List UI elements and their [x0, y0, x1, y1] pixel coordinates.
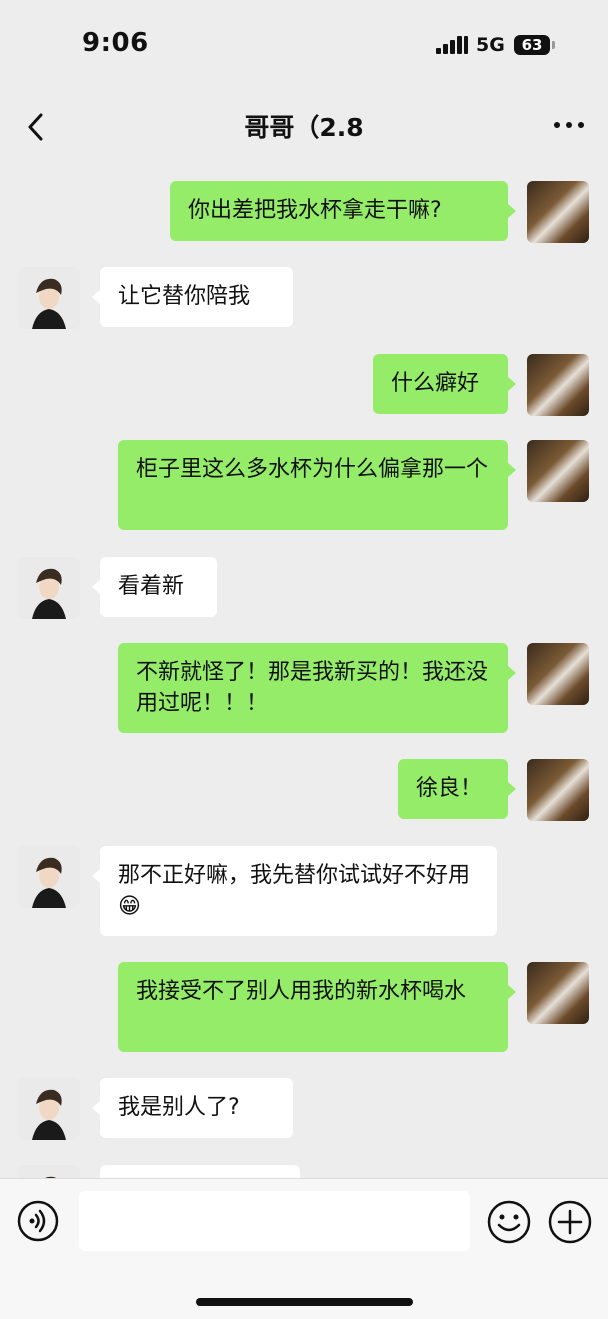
avatar[interactable] — [18, 267, 80, 329]
avatar[interactable] — [18, 1165, 80, 1178]
status-time: 9:06 — [82, 28, 149, 58]
avatar[interactable] — [527, 354, 589, 416]
message-input[interactable] — [79, 1191, 470, 1251]
message-bubble[interactable]: 徐良！ — [398, 759, 516, 819]
person-avatar-icon — [18, 1078, 80, 1140]
avatar[interactable] — [18, 846, 80, 908]
message-bubble[interactable]: 让它替你陪我 — [92, 267, 293, 327]
person-avatar-icon — [18, 846, 80, 908]
emoji-icon[interactable] — [487, 1200, 531, 1244]
message-bubble[interactable]: 柜子里这么多水杯为什么偏拿那一个 — [118, 440, 516, 530]
chat-header: 哥哥（2.8 — [0, 90, 608, 162]
battery-tip — [552, 41, 555, 49]
message-bubble[interactable]: 那不正好嘛，我先替你试试好不好用😁 — [92, 846, 497, 936]
more-dots-icon[interactable] — [552, 114, 586, 136]
avatar[interactable] — [18, 557, 80, 619]
home-indicator — [196, 1298, 413, 1306]
message-list[interactable]: 你出差把我水杯拿走干嘛? 让它替你陪我 什么癖好 柜子里这么多水杯为什么偏拿那一… — [0, 162, 608, 1178]
avatar[interactable] — [527, 962, 589, 1024]
avatar[interactable] — [527, 440, 589, 502]
input-bar — [0, 1178, 608, 1319]
message-bubble[interactable]: 不新就怪了！那是我新买的！我还没用过呢！！！ — [118, 643, 516, 733]
person-avatar-icon — [18, 1165, 80, 1178]
battery-icon: 63 — [514, 35, 550, 55]
avatar[interactable] — [18, 1078, 80, 1140]
message-bubble[interactable]: 我是别人了? — [92, 1078, 293, 1138]
avatar[interactable] — [527, 643, 589, 705]
status-bar: 9:06 5G 63 — [0, 0, 608, 90]
message-bubble[interactable]: 你出差把我水杯拿走干嘛? — [170, 181, 516, 241]
person-avatar-icon — [18, 557, 80, 619]
plus-icon[interactable] — [548, 1200, 592, 1244]
message-bubble[interactable]: 看着新 — [92, 557, 217, 617]
network-type: 5G — [476, 34, 505, 56]
chat-title: 哥哥（2.8 — [244, 113, 364, 142]
signal-icon — [436, 36, 468, 54]
message-bubble[interactable] — [100, 1165, 300, 1178]
message-bubble[interactable]: 什么癖好 — [373, 354, 516, 414]
avatar[interactable] — [527, 759, 589, 821]
message-bubble[interactable]: 我接受不了别人用我的新水杯喝水 — [118, 962, 516, 1052]
person-avatar-icon — [18, 267, 80, 329]
voice-icon[interactable] — [17, 1200, 59, 1242]
avatar[interactable] — [527, 181, 589, 243]
